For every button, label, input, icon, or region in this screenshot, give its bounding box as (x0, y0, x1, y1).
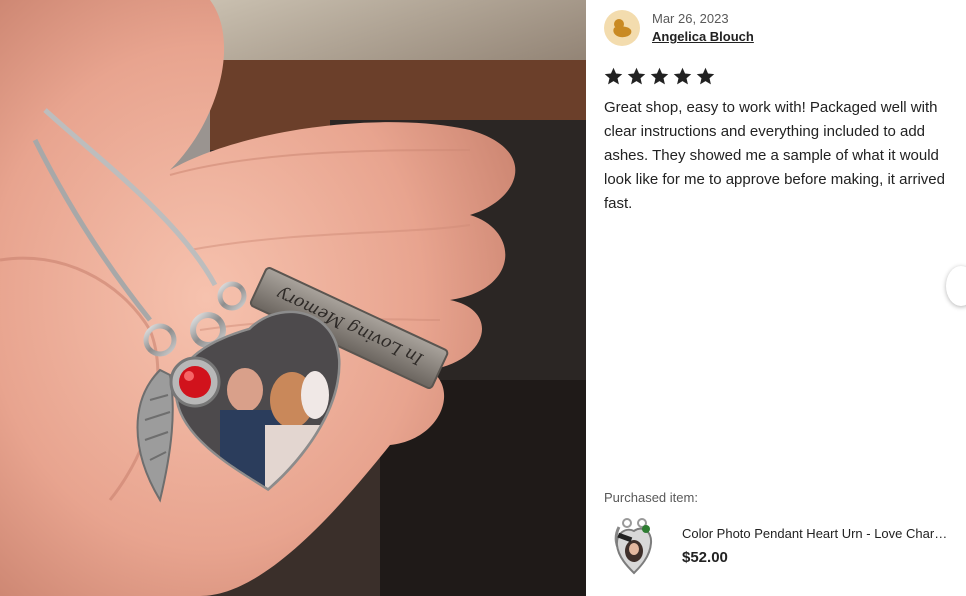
star-rating (603, 66, 716, 87)
star-icon (673, 67, 692, 85)
star-icon (627, 67, 646, 85)
reviewer-header: Mar 26, 2023 Angelica Blouch (604, 10, 754, 46)
review-photo-image: In Loving Memory (0, 0, 586, 596)
review-text: Great shop, easy to work with! Packaged … (604, 99, 945, 212)
review-date: Mar 26, 2023 (652, 11, 729, 26)
review-photo[interactable]: In Loving Memory (0, 0, 586, 596)
star-icon (604, 67, 623, 85)
chevron-right-icon[interactable] (946, 266, 966, 306)
star-icon (696, 67, 715, 85)
star-icon (650, 67, 669, 85)
review-card: In Loving Memory Mar 26, 2023 Angelica B… (0, 0, 966, 596)
purchased-item-link[interactable]: Color Photo Pendant Heart Urn - Love Cha… (604, 516, 964, 576)
reviewer-name-link[interactable]: Angelica Blouch (652, 28, 754, 46)
product-thumbnail[interactable] (604, 516, 664, 576)
product-title[interactable]: Color Photo Pendant Heart Urn - Love Cha… (682, 524, 954, 544)
review-details: Mar 26, 2023 Angelica Blouch Great shop,… (586, 0, 966, 596)
product-price: $52.00 (682, 549, 728, 566)
purchased-item-label: Purchased item: (604, 490, 698, 505)
avatar-icon[interactable] (604, 10, 640, 46)
